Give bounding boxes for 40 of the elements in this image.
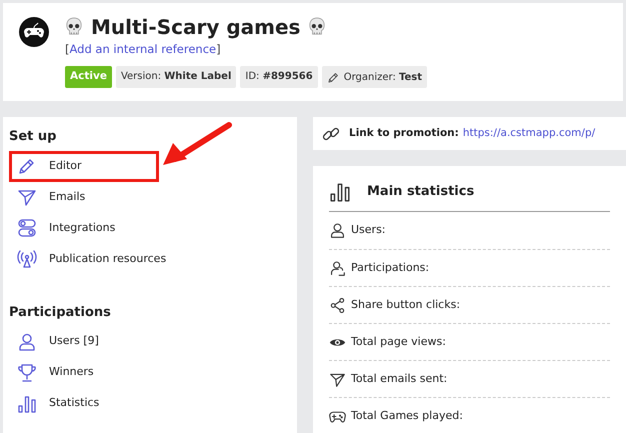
bar-chart-icon — [17, 394, 37, 414]
gamepad-logo-icon — [19, 17, 49, 47]
pencil-icon — [326, 70, 340, 84]
sidebar-item[interactable]: Integrations — [9, 212, 159, 244]
trophy-icon — [17, 362, 37, 382]
stat-label: Participations: — [351, 260, 430, 276]
users-icon — [329, 260, 346, 276]
stat-label: Total page views: — [351, 334, 446, 350]
page-title: Multi-Scary games — [91, 17, 300, 37]
info-tag: Version: White Label — [116, 66, 236, 88]
organizer-text: Organizer: Test — [344, 70, 422, 85]
sidebar-item[interactable]: Publication resources — [9, 244, 291, 274]
toggles-icon — [17, 218, 37, 238]
user-icon — [329, 222, 346, 239]
promotion-link[interactable]: https://a.cstmapp.com/p/ — [462, 126, 596, 142]
section-heading: Participations — [9, 304, 112, 322]
card-title: Main statistics — [367, 182, 474, 201]
bracket: [ — [65, 41, 70, 58]
skull-icon — [308, 17, 326, 37]
bar-chart-icon — [329, 180, 351, 202]
user-icon — [17, 332, 37, 352]
stat-label: Total Games played: — [351, 408, 463, 424]
info-tag: ID: #899566 — [240, 66, 318, 88]
sidebar-item[interactable]: Users [9] — [9, 326, 159, 357]
stat-label: Share button clicks: — [351, 296, 460, 313]
bracket: ] — [216, 41, 221, 58]
sidebar-item[interactable]: Editor — [9, 150, 159, 182]
sidebar-item[interactable]: Winners — [9, 357, 159, 388]
share-icon — [329, 296, 346, 314]
internal-reference-link[interactable]: Add an internal reference — [70, 41, 216, 58]
sidebar-item[interactable]: Statistics — [9, 388, 159, 419]
stat-label: Users: — [351, 222, 386, 238]
link-label: Link to promotion: — [349, 126, 459, 141]
sidebar-item[interactable]: Emails — [9, 182, 159, 212]
status-badge: Active — [65, 66, 112, 88]
skull-icon — [65, 17, 83, 37]
stat-label: Total emails sent: — [351, 370, 448, 387]
pointer-arrow — [161, 121, 233, 167]
antenna-icon — [17, 249, 37, 269]
section-heading: Set up — [9, 128, 58, 146]
